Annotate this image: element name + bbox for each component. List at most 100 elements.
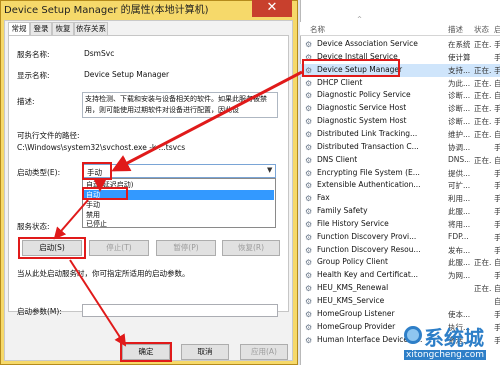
start-button-highlight (18, 237, 86, 259)
service-description: 发布... (448, 245, 470, 255)
exe-path-value: C:\Windows\system32\svchost.exe -k ...ts… (17, 143, 186, 152)
stop-button[interactable]: 停止(T) (89, 240, 149, 256)
gear-icon: ⚙ (305, 219, 313, 229)
startup-type-label: 启动类型(E): (17, 168, 61, 177)
gear-icon: ⚙ (305, 232, 313, 242)
gear-icon: ⚙ (305, 284, 313, 294)
service-status: 正在... (474, 155, 492, 165)
service-name: Group Policy Client (317, 257, 388, 267)
service-startup: 手 (494, 232, 500, 242)
service-row[interactable]: ⚙ Health Key and Certificat... 为网... 手 (300, 269, 500, 282)
service-description: 此服... (448, 258, 470, 268)
apply-button[interactable]: 应用(A) (240, 344, 288, 360)
tab-general[interactable]: 常规 (8, 22, 30, 36)
service-row[interactable]: ⚙ File History Service 将用... 手 (300, 218, 500, 231)
service-description: 协调... (448, 142, 470, 152)
service-status: 正在... (474, 78, 492, 88)
column-status[interactable]: 状态 (474, 24, 489, 35)
service-row[interactable]: ⚙ Distributed Link Tracking... 维护... 正在...自 (300, 128, 500, 141)
service-startup: 手 (494, 142, 500, 152)
service-description: 使计算... (448, 52, 470, 62)
service-row[interactable]: ⚙ Function Discovery Provi... FDP... 手 (300, 231, 500, 244)
pause-button[interactable]: 暂停(P) (156, 240, 216, 256)
service-row[interactable]: ⚙ Device Association Service 在系统... 正在...手 (300, 38, 500, 51)
service-name: Function Discovery Resou... (317, 244, 421, 254)
service-status: 正在... (474, 284, 492, 294)
resume-button[interactable]: 恢复(R) (222, 240, 280, 256)
service-description: 将用... (448, 219, 470, 229)
option-stopped: 已停止 (86, 220, 107, 228)
column-description[interactable]: 描述 (448, 24, 463, 35)
tab-dependencies[interactable]: 依存关系 (74, 22, 108, 35)
service-startup: 自 (494, 91, 500, 101)
column-name[interactable]: 名称 (310, 24, 325, 35)
column-startup[interactable]: 启 (494, 24, 500, 35)
service-description: 此服... (448, 207, 470, 217)
service-name: HEU_KMS_Renewal (317, 283, 389, 293)
service-description: FDP... (448, 231, 469, 241)
service-name: Device Association Service (317, 39, 418, 48)
service-row[interactable]: ⚙ HEU_KMS_Renewal 正在...自 (300, 282, 500, 295)
cancel-button[interactable]: 取消 (181, 344, 229, 360)
service-description: 在系统... (448, 40, 470, 49)
service-name-value: DsmSvc (84, 49, 115, 58)
service-status-label: 服务状态: (17, 222, 50, 231)
service-row[interactable]: ⚙ Distributed Transaction C... 协调... 手 (300, 141, 500, 154)
description-box[interactable]: 支持检测、下载和安装与设备相关的软件。如果此服务被禁用，则可能使用过期软件对设备… (82, 92, 278, 118)
service-startup: 手 (494, 181, 500, 191)
service-startup: 手 (494, 207, 500, 217)
gear-icon: ⚙ (305, 258, 313, 268)
service-row[interactable]: ⚙ Encrypting File System (E... 提供... 手 (300, 167, 500, 180)
gear-icon: ⚙ (305, 129, 313, 139)
selected-service-highlight (302, 59, 400, 77)
service-description: 可扩... (448, 181, 470, 191)
display-name-value: Device Setup Manager (84, 70, 170, 79)
service-name: Distributed Transaction C... (317, 141, 419, 151)
service-startup: 手 (494, 104, 500, 114)
service-row[interactable]: ⚙ Family Safety 此服... 手 (300, 205, 500, 218)
gear-icon: ⚙ (305, 322, 313, 332)
service-description: 诊断... (448, 117, 470, 127)
service-name: Fax (317, 193, 330, 203)
gear-icon: ⚙ (305, 271, 313, 281)
service-name: HEU_KMS_Service (317, 296, 385, 305)
service-startup: 手 (494, 65, 500, 75)
service-name: File History Service (317, 218, 389, 228)
service-startup: 手 (494, 309, 500, 319)
option-manual[interactable]: 手动 (84, 200, 274, 210)
service-description: 诊断... (448, 91, 470, 101)
service-startup: 自 (494, 297, 500, 306)
service-row[interactable]: ⚙ Diagnostic Policy Service 诊断... 正在...自 (300, 89, 500, 102)
service-startup: 手 (494, 40, 500, 49)
service-row[interactable]: ⚙ HomeGroup Listener 使本... 手 (300, 308, 500, 321)
ok-button-highlight (120, 342, 172, 362)
gear-icon: ⚙ (305, 104, 313, 114)
watermark-url: xitongcheng.com (404, 350, 486, 360)
service-row[interactable]: ⚙ HEU_KMS_Service 自 (300, 295, 500, 308)
services-header (300, 22, 500, 36)
start-params-input[interactable] (82, 304, 278, 317)
service-startup: 自 (494, 155, 500, 165)
service-row[interactable]: ⚙ Function Discovery Resou... 发布... 手 (300, 244, 500, 257)
service-row[interactable]: ⚙ Fax 利用... 手 (300, 192, 500, 205)
service-row[interactable]: ⚙ Group Policy Client 此服... 正在...自 (300, 256, 500, 269)
watermark-brand: 系统城 (424, 326, 484, 350)
service-status: 正在... (474, 258, 492, 268)
service-name: Diagnostic System Host (317, 116, 407, 126)
service-startup: 手 (494, 117, 500, 127)
service-name: Function Discovery Provi... (317, 231, 417, 241)
display-name-label: 显示名称: (17, 71, 50, 80)
service-row[interactable]: ⚙ Diagnostic Service Host 诊断... 正在...手 (300, 102, 500, 115)
service-row[interactable]: ⚙ Diagnostic System Host 诊断... 正在...手 (300, 115, 500, 128)
service-name: Health Key and Certificat... (317, 270, 418, 280)
service-row[interactable]: ⚙ DNS Client DNS... 正在...自 (300, 154, 500, 167)
tab-recovery[interactable]: 恢复 (52, 22, 74, 35)
service-row[interactable]: ⚙ DHCP Client 为此... 正在...自 (300, 77, 500, 90)
close-button[interactable]: ✕ (252, 0, 292, 17)
service-startup: 自 (494, 284, 500, 294)
service-startup: 自 (494, 78, 500, 88)
startup-type-dropdown: 自动(延迟启动) 自动 手动 禁用 已停止 (82, 178, 276, 228)
dialog-title: Device Setup Manager 的属性(本地计算机) (4, 5, 209, 16)
service-row[interactable]: ⚙ Extensible Authentication... 可扩... 手 (300, 179, 500, 192)
tab-logon[interactable]: 登录 (30, 22, 52, 35)
